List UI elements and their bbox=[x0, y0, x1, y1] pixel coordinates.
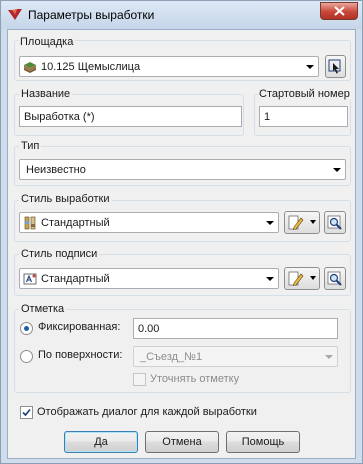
style-edit-button[interactable] bbox=[284, 211, 320, 234]
fixed-elevation-label[interactable]: Фиксированная: bbox=[38, 321, 120, 333]
magnifier-preview-icon bbox=[327, 215, 342, 230]
refine-elevation-checkbox[interactable] bbox=[133, 373, 146, 386]
terrain-layers-icon bbox=[24, 62, 36, 73]
start-number-label: Стартовый номер bbox=[258, 88, 351, 100]
style-preview-button[interactable] bbox=[324, 211, 346, 234]
ok-button[interactable]: Да bbox=[64, 431, 138, 453]
dialog-window: Параметры выработки Площадка 10.125 Щемы… bbox=[0, 0, 363, 464]
show-dialog-checkbox[interactable] bbox=[20, 406, 33, 419]
chevron-down-icon bbox=[266, 221, 274, 225]
label-style-combobox[interactable]: Стандартный bbox=[19, 268, 279, 289]
dialog-body: Площадка 10.125 Щемыслица Название Выраб… bbox=[7, 29, 356, 459]
type-group-label: Тип bbox=[19, 140, 42, 152]
chevron-down-icon bbox=[306, 65, 314, 69]
surface-elevation-label[interactable]: По поверхности: bbox=[38, 349, 122, 361]
chevron-down-icon bbox=[310, 276, 316, 280]
label-style-group-label: Стиль подписи bbox=[19, 248, 100, 260]
borehole-style-icon bbox=[24, 216, 36, 230]
start-number-value: 1 bbox=[264, 111, 271, 123]
help-button[interactable]: Помощь bbox=[226, 431, 300, 453]
start-number-input[interactable]: 1 bbox=[259, 106, 348, 127]
site-combobox[interactable]: 10.125 Щемыслица bbox=[19, 56, 319, 77]
chevron-down-icon bbox=[266, 277, 274, 281]
cancel-button[interactable]: Отмена bbox=[145, 431, 219, 453]
pencil-edit-icon bbox=[288, 215, 304, 230]
label-style-value: Стандартный bbox=[41, 273, 110, 285]
surface-elevation-radio[interactable] bbox=[20, 350, 33, 363]
site-group-label: Площадка bbox=[18, 36, 76, 48]
elevation-group-label: Отметка bbox=[19, 303, 67, 315]
select-from-drawing-icon bbox=[328, 59, 341, 74]
fixed-elevation-value: 0.00 bbox=[138, 323, 160, 335]
type-combobox[interactable]: Неизвестно bbox=[19, 159, 346, 180]
show-dialog-label[interactable]: Отображать диалог для каждой выработки bbox=[37, 406, 257, 418]
style-combobox[interactable]: Стандартный bbox=[19, 212, 279, 233]
refine-elevation-label[interactable]: Уточнять отметку bbox=[150, 373, 239, 385]
title-bar[interactable]: Параметры выработки bbox=[1, 1, 362, 29]
select-site-from-drawing-button[interactable] bbox=[325, 55, 346, 78]
magnifier-preview-icon bbox=[327, 271, 342, 286]
name-input-value: Выработка (*) bbox=[24, 111, 95, 123]
window-title: Параметры выработки bbox=[28, 8, 155, 22]
fixed-elevation-radio[interactable] bbox=[20, 322, 33, 335]
name-input[interactable]: Выработка (*) bbox=[19, 106, 242, 127]
fixed-elevation-input[interactable]: 0.00 bbox=[133, 318, 338, 339]
label-style-icon bbox=[23, 273, 37, 285]
chevron-down-icon bbox=[310, 220, 316, 224]
chevron-down-icon bbox=[325, 355, 333, 359]
label-style-preview-button[interactable] bbox=[324, 267, 346, 290]
surface-value: _Съезд_№1 bbox=[140, 351, 203, 363]
checkmark-icon bbox=[22, 408, 31, 417]
close-icon bbox=[334, 6, 345, 16]
chevron-down-icon bbox=[333, 168, 341, 172]
name-label: Название bbox=[19, 88, 73, 100]
label-style-edit-button[interactable] bbox=[284, 267, 320, 290]
style-group-label: Стиль выработки bbox=[19, 193, 112, 205]
pencil-edit-icon bbox=[288, 271, 304, 286]
surface-combobox[interactable]: _Съезд_№1 bbox=[133, 346, 338, 367]
style-value: Стандартный bbox=[41, 217, 110, 229]
type-value: Неизвестно bbox=[26, 164, 86, 176]
site-value: 10.125 Щемыслица bbox=[41, 61, 141, 73]
app-logo-icon bbox=[8, 9, 22, 20]
close-button[interactable] bbox=[320, 2, 358, 20]
